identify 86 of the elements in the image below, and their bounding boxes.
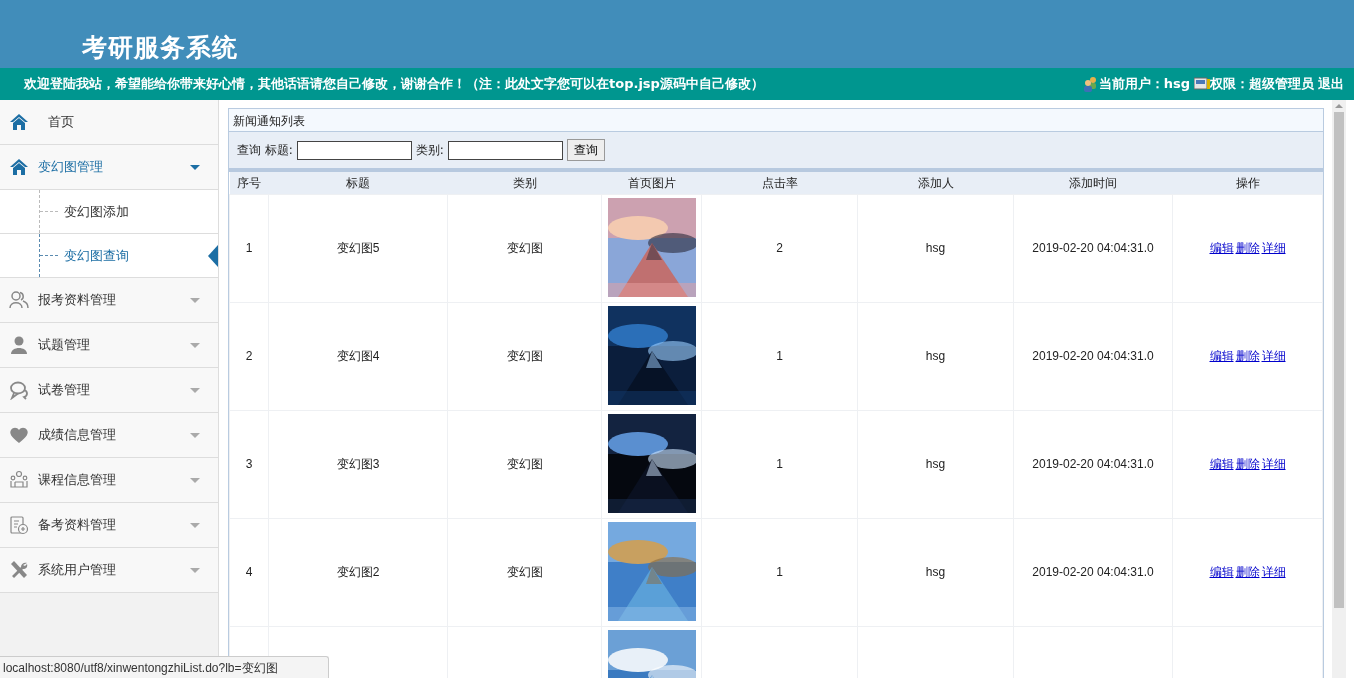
column-header: 序号 bbox=[229, 172, 269, 194]
action-link[interactable]: 删除 bbox=[1235, 565, 1260, 579]
action-link[interactable]: 详细 bbox=[1261, 457, 1286, 471]
action-link[interactable]: 详细 bbox=[1261, 241, 1286, 255]
table-cell: 2 bbox=[776, 241, 783, 255]
house-icon bbox=[8, 112, 30, 132]
table-cell: 1 bbox=[776, 349, 783, 363]
logout-link[interactable]: 退出 bbox=[1318, 74, 1344, 94]
sidebar-item[interactable]: 试卷管理 bbox=[0, 368, 218, 413]
table-cell: 变幻图 bbox=[506, 241, 543, 255]
action-link[interactable]: 删除 bbox=[1235, 349, 1260, 363]
current-user: 当前用户：hsg bbox=[1098, 75, 1190, 94]
submenu-item[interactable]: 变幻图添加 bbox=[0, 190, 218, 234]
table-cell: 变幻图4 bbox=[336, 349, 380, 363]
sidebar-item[interactable]: 报考资料管理 bbox=[0, 278, 218, 323]
column-header: 标题 bbox=[268, 172, 448, 194]
caret-icon bbox=[190, 297, 200, 303]
heart-icon bbox=[8, 425, 30, 445]
caret-icon bbox=[190, 164, 200, 170]
search-label: 查询 标题: bbox=[237, 142, 293, 159]
action-link[interactable]: 编辑 bbox=[1209, 241, 1234, 255]
table-cell: 1 bbox=[245, 241, 253, 255]
table-cell: hsg bbox=[925, 241, 946, 255]
sidebar-item[interactable]: 变幻图管理 bbox=[0, 145, 218, 190]
column-header: 类别 bbox=[447, 172, 602, 194]
column-header: 添加人 bbox=[857, 172, 1014, 194]
table-cell: hsg bbox=[925, 565, 946, 579]
table-cell: 变幻图2 bbox=[336, 565, 380, 579]
sidebar-item[interactable]: 备考资料管理 bbox=[0, 503, 218, 548]
caret-icon bbox=[190, 522, 200, 528]
table-cell: 1 bbox=[776, 457, 783, 471]
users-icon bbox=[1082, 76, 1099, 92]
sidebar-item[interactable]: 系统用户管理 bbox=[0, 548, 218, 593]
table-cell: 2019-02-20 04:04:31.0 bbox=[1032, 349, 1154, 363]
column-header: 点击率 bbox=[701, 172, 858, 194]
column-header: 操作 bbox=[1172, 172, 1323, 194]
table-cell: 2019-02-20 04:04:31.0 bbox=[1032, 457, 1154, 471]
caret-icon bbox=[190, 387, 200, 393]
search-label: 类别: bbox=[415, 142, 444, 159]
caret-icon bbox=[190, 342, 200, 348]
table-cell: 2019-02-20 04:04:31.0 bbox=[1032, 241, 1154, 255]
permission-text: 权限：超级管理员 bbox=[1210, 75, 1314, 94]
tools-icon bbox=[8, 560, 30, 580]
action-link[interactable]: 删除 bbox=[1235, 241, 1260, 255]
table-cell: 2019-02-20 04:04:31.0 bbox=[1032, 565, 1154, 579]
action-link[interactable]: 删除 bbox=[1235, 457, 1260, 471]
caret-icon bbox=[190, 477, 200, 483]
caret-icon bbox=[190, 432, 200, 438]
title-input[interactable] bbox=[296, 140, 412, 160]
column-header: 首页图片 bbox=[601, 172, 702, 194]
id-card-icon bbox=[1194, 77, 1210, 91]
table-cell: hsg bbox=[925, 457, 946, 471]
action-link[interactable]: 编辑 bbox=[1209, 349, 1234, 363]
sidebar-item[interactable]: 成绩信息管理 bbox=[0, 413, 218, 458]
table-cell: 变幻图3 bbox=[336, 457, 380, 471]
table-cell: 3 bbox=[245, 457, 253, 471]
chat-bubbles-icon bbox=[8, 380, 30, 400]
welcome-message: 欢迎登陆我站，希望能给你带来好心情，其他话语请您自己修改，谢谢合作！（注：此处文字您可以在top.jsp源码中自己修改） bbox=[24, 75, 764, 94]
document-icon bbox=[8, 515, 30, 535]
sidebar-item[interactable]: 首页 bbox=[0, 100, 218, 145]
table-cell: 变幻图 bbox=[506, 565, 543, 579]
table-cell: 4 bbox=[245, 565, 253, 579]
people-icon bbox=[8, 290, 30, 310]
action-link[interactable]: 编辑 bbox=[1209, 565, 1234, 579]
panel-title: 新闻通知列表 bbox=[229, 109, 1323, 132]
table-cell: 1 bbox=[776, 565, 783, 579]
search-button[interactable]: 查询 bbox=[566, 139, 605, 161]
caret-icon bbox=[190, 567, 200, 573]
table-cell: 变幻图 bbox=[506, 457, 543, 471]
sidebar-item[interactable]: 课程信息管理 bbox=[0, 458, 218, 503]
action-link[interactable]: 编辑 bbox=[1209, 457, 1234, 471]
category-input[interactable] bbox=[447, 140, 563, 160]
table-cell: hsg bbox=[925, 349, 946, 363]
table-cell: 变幻图 bbox=[506, 349, 543, 363]
action-link[interactable]: 详细 bbox=[1261, 565, 1286, 579]
site-title: 考研服务系统 bbox=[82, 31, 238, 64]
status-url: localhost:8080/utf8/xinwentongzhiList.do?lb=变幻图 bbox=[0, 656, 329, 678]
scrollbar[interactable] bbox=[1332, 100, 1346, 678]
table-cell: 变幻图5 bbox=[336, 241, 380, 255]
meeting-icon bbox=[8, 470, 30, 490]
person-icon bbox=[8, 335, 30, 355]
table-cell: 2 bbox=[245, 349, 253, 363]
action-link[interactable]: 详细 bbox=[1261, 349, 1286, 363]
sidebar-item[interactable]: 试题管理 bbox=[0, 323, 218, 368]
column-header: 添加时间 bbox=[1013, 172, 1173, 194]
house-icon bbox=[8, 157, 30, 177]
